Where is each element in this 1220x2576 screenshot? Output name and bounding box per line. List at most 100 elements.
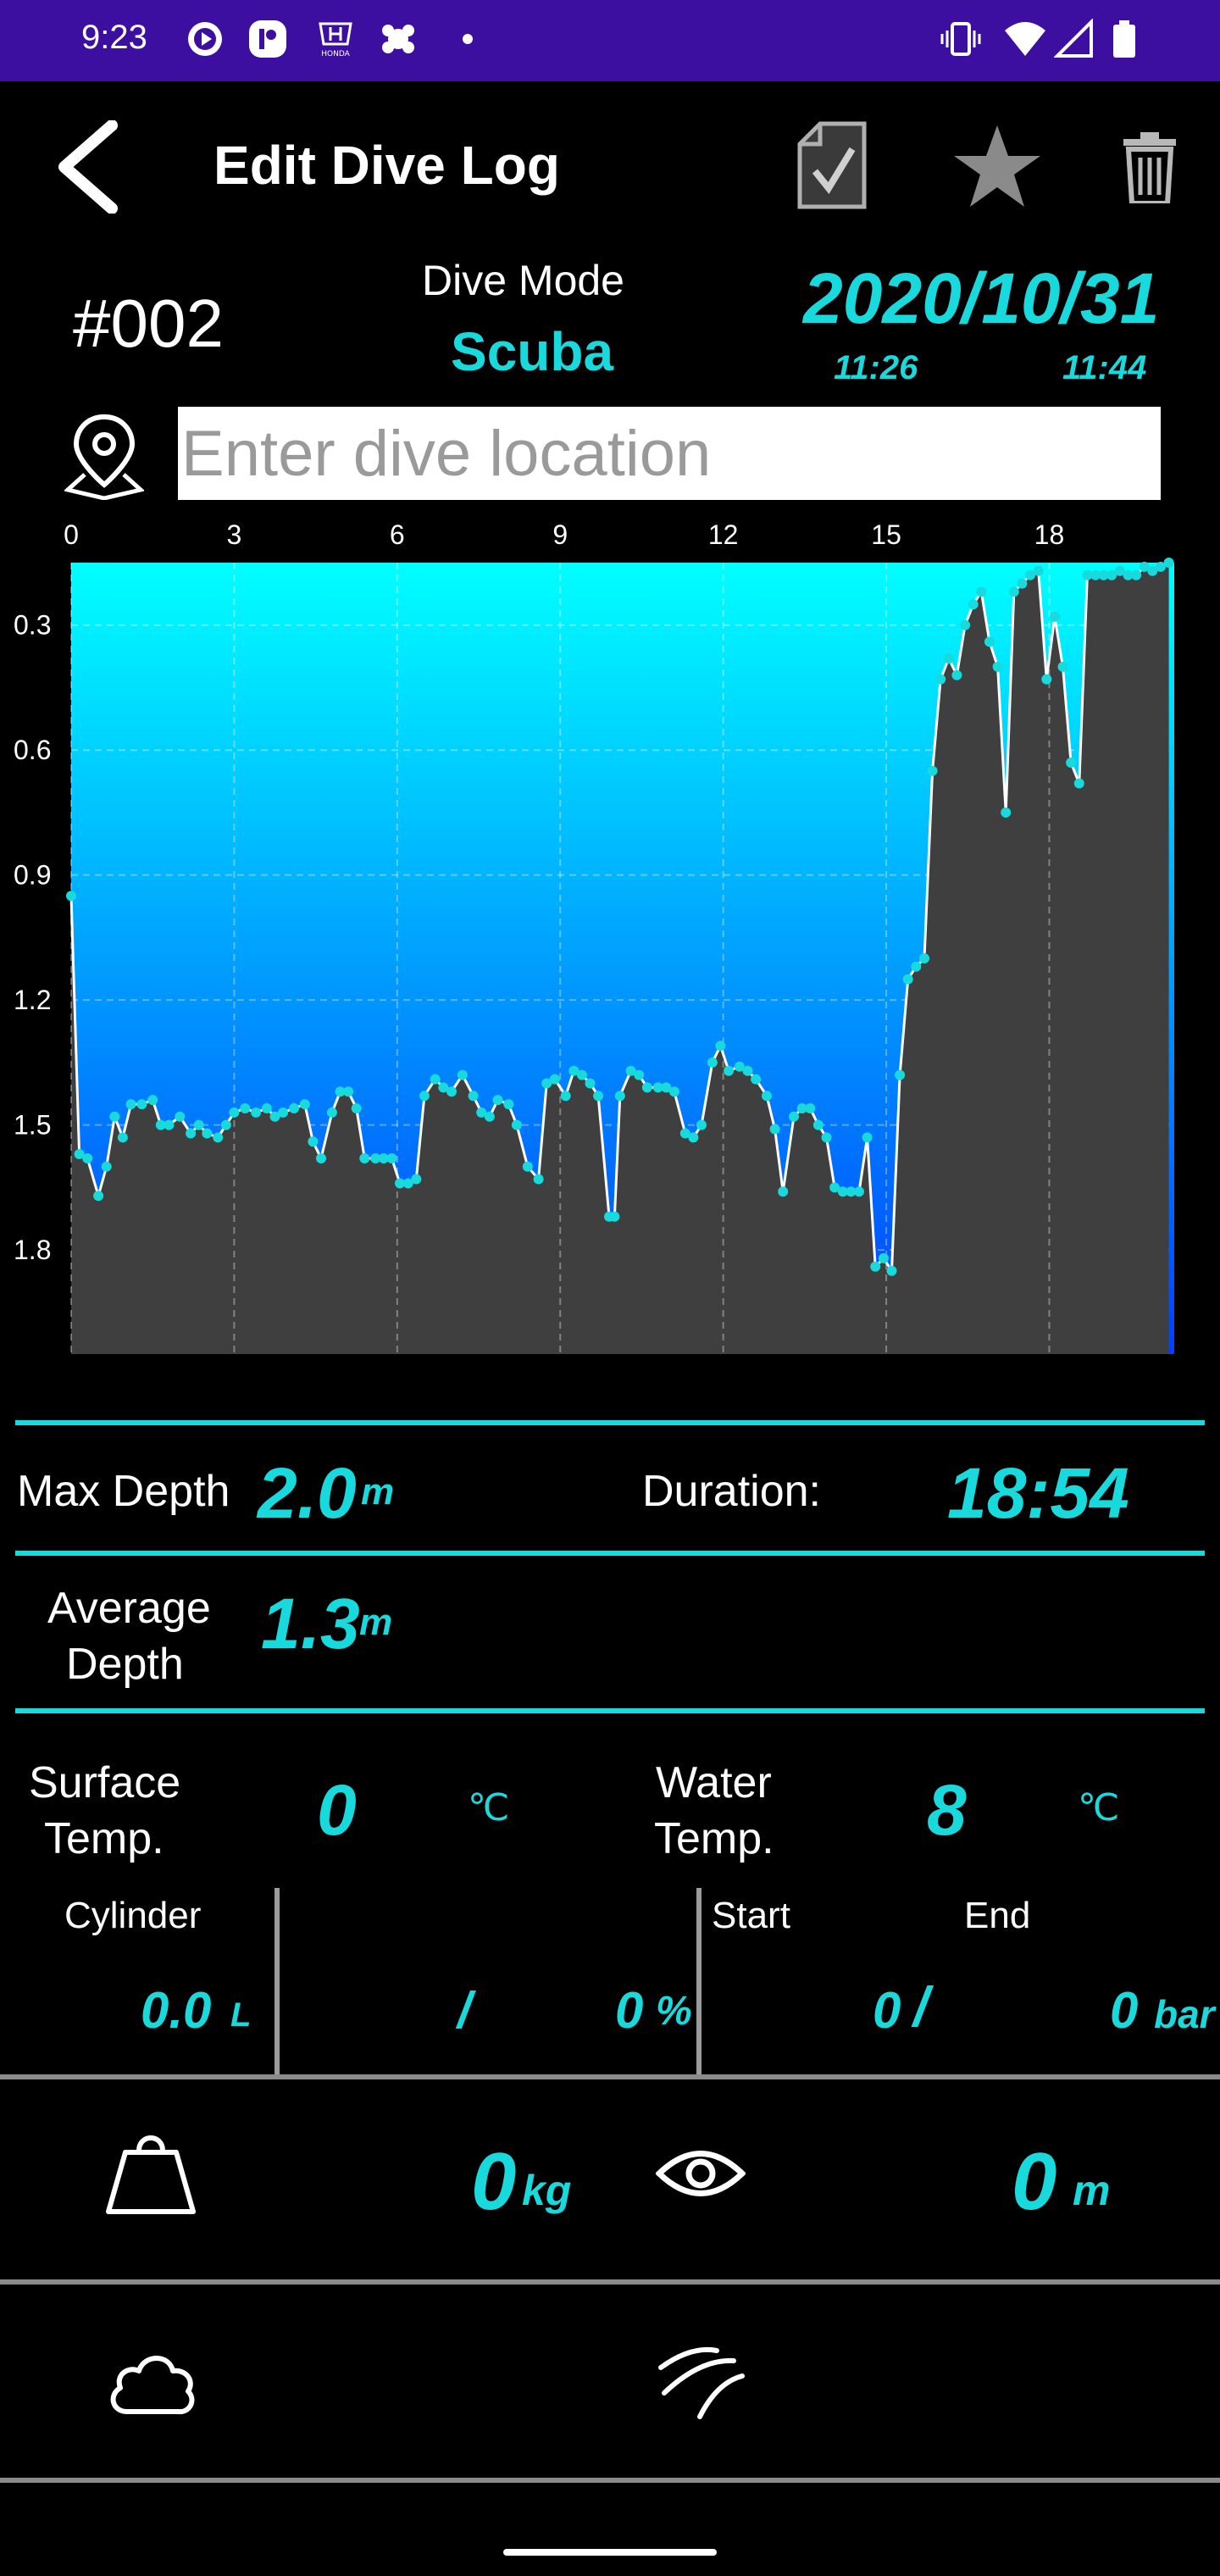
depth-point bbox=[911, 961, 922, 972]
max-depth-unit: m bbox=[361, 1471, 395, 1513]
dive-mode-label: Dive Mode bbox=[422, 257, 624, 304]
pressure-separator bbox=[696, 1888, 702, 2074]
surface-temp-value[interactable]: 0 bbox=[317, 1769, 357, 1852]
divider bbox=[0, 2279, 1220, 2285]
divider bbox=[0, 2478, 1220, 2483]
depth-point bbox=[960, 619, 971, 630]
depth-point bbox=[821, 1132, 832, 1143]
y-tick-label: 1.5 bbox=[14, 1110, 51, 1141]
depth-point bbox=[968, 599, 979, 610]
start-pressure-value[interactable]: 0 bbox=[873, 1981, 901, 2040]
depth-point bbox=[742, 1065, 753, 1076]
x-tick-label: 15 bbox=[871, 519, 901, 550]
depth-point bbox=[511, 1119, 522, 1130]
y-tick-label: 0.9 bbox=[14, 860, 51, 891]
depth-point bbox=[943, 653, 954, 664]
dive-mode-value[interactable]: Scuba bbox=[451, 320, 613, 383]
depth-point bbox=[229, 1107, 240, 1118]
depth-point bbox=[724, 1065, 735, 1076]
trash-icon[interactable] bbox=[1122, 132, 1178, 203]
weight-value[interactable]: 0 bbox=[471, 2135, 516, 2229]
back-arrow-icon[interactable] bbox=[47, 120, 124, 214]
depth-point bbox=[1001, 807, 1012, 818]
end-pressure-value[interactable]: 0 bbox=[1110, 1981, 1138, 2040]
battery-icon bbox=[1113, 20, 1135, 58]
depth-point bbox=[895, 1069, 906, 1080]
visibility-value[interactable]: 0 bbox=[1012, 2135, 1056, 2229]
y-tick-label: 0.6 bbox=[14, 735, 51, 765]
star-icon[interactable] bbox=[952, 122, 1042, 210]
depth-point bbox=[1073, 778, 1084, 789]
depth-point bbox=[1066, 758, 1077, 768]
location-input[interactable] bbox=[178, 407, 1161, 500]
dive-date[interactable]: 2020/10/31 bbox=[803, 258, 1159, 340]
weight-icon[interactable] bbox=[105, 2129, 197, 2217]
depth-point bbox=[109, 1111, 120, 1122]
gas-percent-unit: % bbox=[656, 1989, 692, 2034]
max-depth-label: Max Depth bbox=[17, 1467, 230, 1516]
depth-point bbox=[186, 1128, 197, 1139]
cylinder-volume-unit: L bbox=[230, 1996, 252, 2034]
depth-point bbox=[862, 1132, 873, 1143]
play-circle-icon bbox=[188, 22, 222, 56]
depth-point bbox=[411, 1174, 422, 1185]
depth-point bbox=[193, 1119, 204, 1130]
depth-point bbox=[101, 1161, 112, 1172]
x-tick-label: 6 bbox=[390, 519, 405, 550]
depth-point bbox=[147, 1095, 158, 1106]
depth-point bbox=[1057, 661, 1068, 672]
water-temp-unit: ℃ bbox=[1078, 1787, 1120, 1829]
wifi-icon bbox=[1005, 22, 1045, 56]
depth-point bbox=[1008, 586, 1019, 597]
depth-point bbox=[668, 1086, 679, 1097]
depth-point bbox=[240, 1103, 251, 1113]
x-tick-label: 12 bbox=[708, 519, 739, 550]
home-indicator[interactable] bbox=[503, 2549, 717, 2556]
save-check-icon[interactable] bbox=[793, 119, 871, 212]
depth-point bbox=[927, 765, 938, 776]
depth-point bbox=[778, 1186, 789, 1197]
vibrate-icon bbox=[940, 22, 981, 56]
depth-point bbox=[593, 1091, 604, 1102]
depth-point bbox=[261, 1103, 272, 1113]
depth-point bbox=[688, 1132, 699, 1143]
depth-point bbox=[202, 1128, 213, 1139]
water-temp-label-line2: Temp. bbox=[654, 1814, 774, 1863]
wind-icon[interactable] bbox=[657, 2342, 747, 2422]
depth-point bbox=[503, 1099, 514, 1110]
depth-point bbox=[93, 1191, 104, 1202]
depth-point bbox=[343, 1086, 354, 1097]
x-tick-label: 3 bbox=[227, 519, 242, 550]
depth-point bbox=[213, 1132, 224, 1143]
gas-percent[interactable]: 0 bbox=[615, 1981, 643, 2040]
cylinder-volume[interactable]: 0.0 bbox=[141, 1981, 211, 2040]
depth-point bbox=[446, 1086, 457, 1097]
status-bar: 9:23 HONDA bbox=[0, 0, 1220, 81]
depth-point bbox=[1017, 578, 1028, 589]
depth-point bbox=[492, 1095, 503, 1106]
y-tick-label: 1.2 bbox=[14, 985, 51, 1015]
depth-point bbox=[886, 1265, 897, 1276]
depth-point bbox=[175, 1111, 186, 1122]
avg-depth-label-line2: Depth bbox=[66, 1640, 184, 1689]
depth-point bbox=[419, 1091, 430, 1102]
depth-point bbox=[576, 1069, 587, 1080]
duration-label: Duration: bbox=[642, 1467, 821, 1516]
depth-point bbox=[484, 1111, 495, 1122]
depth-point bbox=[609, 1211, 620, 1222]
eye-icon[interactable] bbox=[656, 2144, 746, 2203]
depth-point bbox=[386, 1153, 397, 1163]
depth-point bbox=[812, 1119, 824, 1130]
depth-point bbox=[614, 1091, 625, 1102]
divider bbox=[15, 1420, 1205, 1425]
depth-point bbox=[935, 674, 946, 685]
depth-point bbox=[359, 1153, 370, 1163]
depth-point bbox=[715, 1041, 726, 1052]
water-temp-value[interactable]: 8 bbox=[927, 1769, 967, 1852]
depth-point bbox=[316, 1153, 326, 1163]
dive-end-time[interactable]: 11:44 bbox=[1062, 349, 1146, 387]
cloud-icon[interactable] bbox=[105, 2347, 198, 2418]
x-tick-label: 18 bbox=[1034, 519, 1065, 550]
status-time: 9:23 bbox=[81, 19, 147, 56]
dive-start-time[interactable]: 11:26 bbox=[834, 349, 918, 387]
